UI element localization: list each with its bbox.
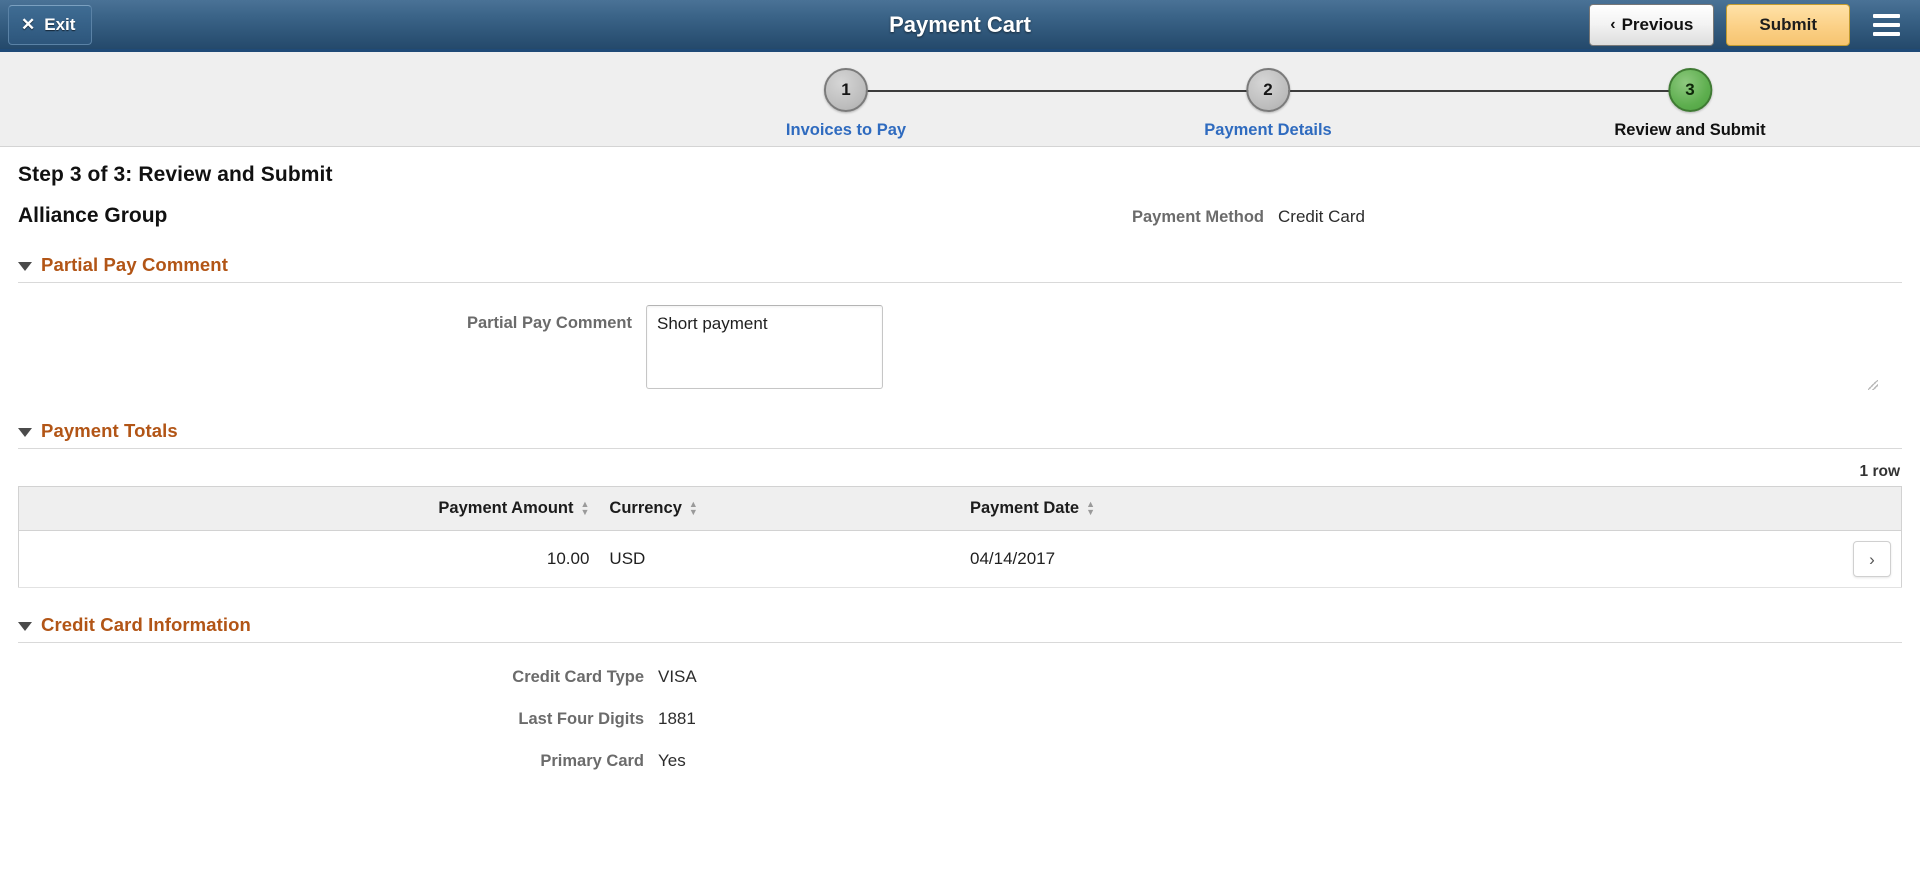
sort-updown-icon[interactable]: ▲ ▼ xyxy=(1086,499,1095,516)
field-last-four-digits: Last Four Digits 1881 xyxy=(18,709,1902,729)
column-header-payment-amount-label: Payment Amount xyxy=(438,499,574,517)
field-credit-card-type: Credit Card Type VISA xyxy=(18,667,1902,687)
table-header-row: Payment Amount ▲ ▼ Currency ▲ ▼ Payment Da… xyxy=(18,486,1902,531)
chevron-right-icon[interactable]: › xyxy=(1853,541,1891,577)
section-header-payment-totals[interactable]: Payment Totals xyxy=(18,420,1902,449)
page-body: Step 3 of 3: Review and Submit Alliance … xyxy=(0,147,1920,771)
section-title-payment-totals: Payment Totals xyxy=(41,420,178,441)
step-2[interactable]: 2 Payment Details xyxy=(1204,68,1332,140)
resize-handle-icon[interactable] xyxy=(1868,380,1878,390)
partial-pay-comment-label: Partial Pay Comment xyxy=(466,314,632,332)
caret-down-icon xyxy=(18,427,32,437)
column-header-currency[interactable]: Currency ▲ ▼ xyxy=(599,486,960,531)
table-body: 10.00 USD 04/14/2017 › xyxy=(18,530,1902,588)
step-3[interactable]: 3 Review and Submit xyxy=(1614,68,1766,140)
primary-card-label: Primary Card xyxy=(540,752,644,770)
primary-card-value: Yes xyxy=(658,751,686,770)
step-3-label: Review and Submit xyxy=(1614,121,1766,139)
sort-updown-icon[interactable]: ▲ ▼ xyxy=(581,499,590,516)
table-head: Payment Amount ▲ ▼ Currency ▲ ▼ Payment Da… xyxy=(18,486,1902,531)
sort-updown-icon[interactable]: ▲ ▼ xyxy=(689,499,698,516)
column-header-payment-amount[interactable]: Payment Amount ▲ ▼ xyxy=(18,486,600,531)
column-header-payment-date[interactable]: Payment Date ▲ ▼ xyxy=(959,486,1782,531)
row-count-label: 1 row xyxy=(1859,463,1900,480)
table-row: 10.00 USD 04/14/2017 › xyxy=(18,530,1902,588)
section-partial-pay-comment: Partial Pay Comment Partial Pay Comment xyxy=(18,254,1902,394)
partial-pay-comment-row: Partial Pay Comment xyxy=(18,305,1902,394)
cell-payment-date: 04/14/2017 xyxy=(959,530,1782,588)
section-header-credit-card-information[interactable]: Credit Card Information xyxy=(18,614,1902,643)
chevron-left-icon: ‹ xyxy=(1610,15,1616,33)
page-subtitle-row: Alliance Group Payment Method Credit Car… xyxy=(18,204,1902,228)
section-payment-totals: Payment Totals 1 row Payment Amount ▲ ▼ C… xyxy=(18,420,1902,588)
section-credit-card-information: Credit Card Information Credit Card Type… xyxy=(18,614,1902,771)
supplier-name: Alliance Group xyxy=(18,204,168,227)
caret-down-icon xyxy=(18,621,32,631)
column-header-actions xyxy=(1781,486,1902,531)
page-title-row: Step 3 of 3: Review and Submit xyxy=(18,147,1902,187)
page-title: Step 3 of 3: Review and Submit xyxy=(18,163,333,186)
last-four-digits-value: 1881 xyxy=(658,709,696,728)
payment-method-field: Payment Method Credit Card xyxy=(1132,207,1902,227)
previous-button[interactable]: ‹ Previous xyxy=(1589,3,1715,46)
step-progress-bar: 1 Invoices to Pay 2 Payment Details 3 Re… xyxy=(0,52,1920,147)
credit-card-type-value: VISA xyxy=(658,667,697,686)
caret-down-icon xyxy=(18,261,32,271)
section-title-partial-pay-comment: Partial Pay Comment xyxy=(41,254,228,275)
cell-currency: USD xyxy=(599,530,960,588)
credit-card-type-label: Credit Card Type xyxy=(512,668,644,686)
payment-method-label: Payment Method xyxy=(1132,208,1265,226)
section-header-partial-pay-comment[interactable]: Partial Pay Comment xyxy=(18,254,1902,283)
hamburger-menu-icon[interactable] xyxy=(1866,5,1906,45)
previous-button-label: Previous xyxy=(1621,14,1694,34)
column-header-payment-date-label: Payment Date xyxy=(969,499,1080,517)
column-header-currency-label: Currency xyxy=(609,499,682,517)
close-x-icon: ✕ xyxy=(21,15,36,34)
exit-button-label: Exit xyxy=(44,14,76,34)
header-actions: ‹ Previous Submit xyxy=(1589,3,1912,46)
step-3-circle: 3 xyxy=(1668,68,1712,112)
app-header: ✕ Exit Payment Cart ‹ Previous Submit xyxy=(0,0,1920,52)
step-2-circle: 2 xyxy=(1245,68,1290,112)
step-1-circle: 1 xyxy=(823,68,868,112)
step-1-label: Invoices to Pay xyxy=(785,121,907,139)
submit-button[interactable]: Submit xyxy=(1726,3,1850,46)
exit-button[interactable]: ✕ Exit xyxy=(8,4,93,45)
partial-pay-comment-input[interactable] xyxy=(646,305,883,389)
step-1[interactable]: 1 Invoices to Pay xyxy=(786,68,906,140)
last-four-digits-label: Last Four Digits xyxy=(518,710,644,728)
partial-pay-comment-wrapper xyxy=(646,305,1902,394)
step-2-label: Payment Details xyxy=(1204,121,1332,139)
cell-row-action: › xyxy=(1781,530,1902,588)
payment-method-value: Credit Card xyxy=(1278,207,1365,226)
step-progress-track: 1 Invoices to Pay 2 Payment Details 3 Re… xyxy=(0,52,1920,146)
field-primary-card: Primary Card Yes xyxy=(18,751,1902,771)
cell-payment-amount: 10.00 xyxy=(18,530,600,588)
payment-totals-table: Payment Amount ▲ ▼ Currency ▲ ▼ Payment Da… xyxy=(18,486,1902,588)
section-title-credit-card-information: Credit Card Information xyxy=(41,614,251,635)
